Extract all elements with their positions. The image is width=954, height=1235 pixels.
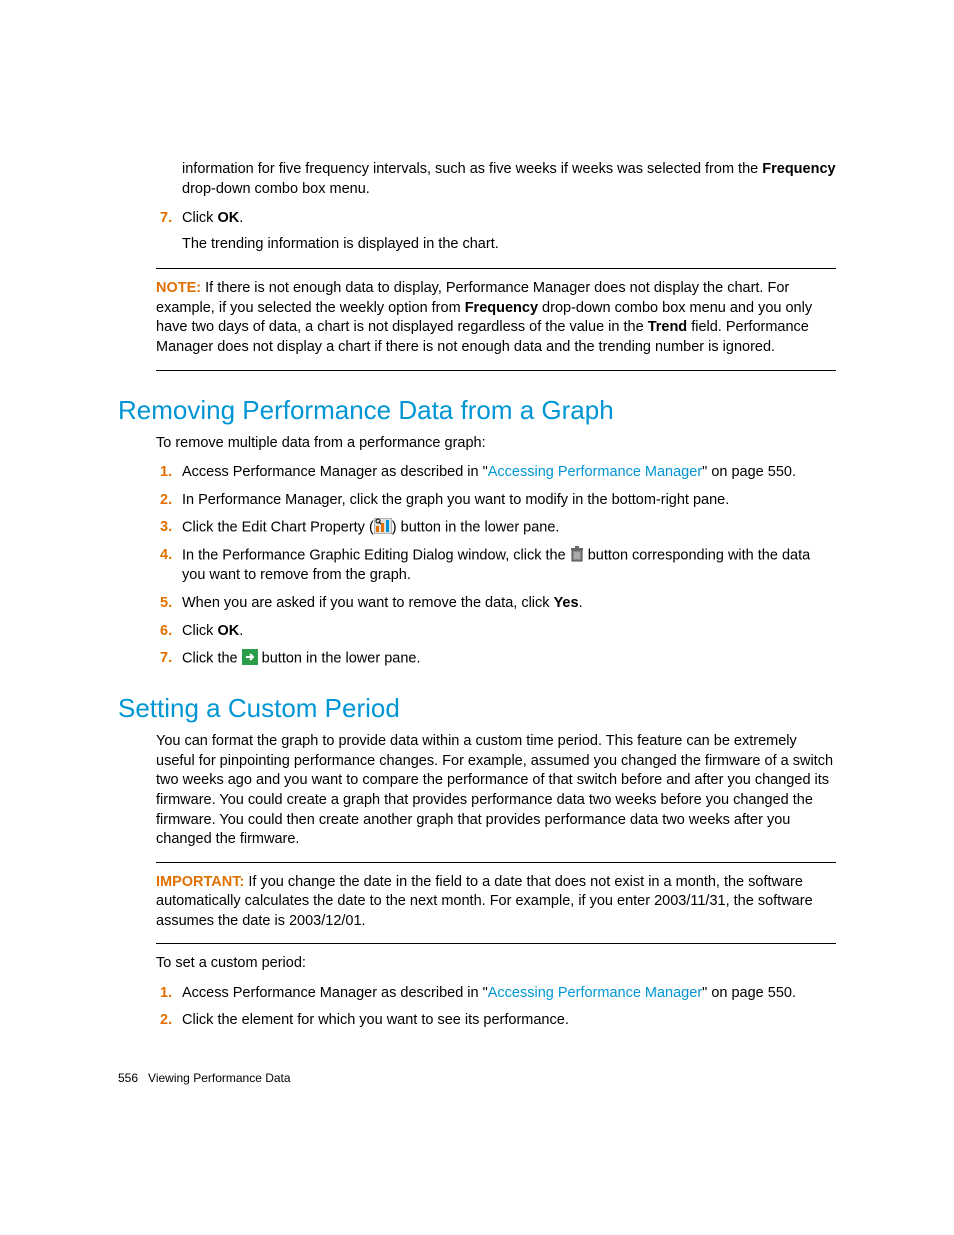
trash-icon xyxy=(570,546,584,566)
page-footer: 556 Viewing Performance Data xyxy=(118,1071,291,1085)
removing-step-1: 1. Access Performance Manager as describ… xyxy=(118,463,836,483)
step-number: 2. xyxy=(160,491,172,511)
trend-bold: Trend xyxy=(648,319,687,335)
edit-chart-icon xyxy=(374,518,392,538)
text-fragment: " on page 550. xyxy=(702,985,796,1001)
divider xyxy=(156,268,836,269)
text-fragment: Click the element for which you want to … xyxy=(182,1012,569,1028)
chapter-title: Viewing Performance Data xyxy=(148,1071,291,1085)
step-number: 7. xyxy=(160,209,172,229)
divider xyxy=(156,862,836,863)
custom-period-lead: To set a custom period: xyxy=(156,954,836,974)
text-fragment: button in the lower pane. xyxy=(258,651,421,667)
note-block: NOTE: If there is not enough data to dis… xyxy=(156,279,836,357)
step-number: 7. xyxy=(160,649,172,669)
text-fragment: In Performance Manager, click the graph … xyxy=(182,492,729,508)
text-fragment: . xyxy=(579,595,583,611)
ok-bold: OK xyxy=(217,210,239,226)
text-fragment: information for five frequency intervals… xyxy=(182,161,762,177)
removing-intro: To remove multiple data from a performan… xyxy=(156,434,836,454)
text-fragment: . xyxy=(239,210,243,226)
note-label: NOTE: xyxy=(156,280,201,296)
continuation-text: information for five frequency intervals… xyxy=(182,160,836,199)
custom-period-intro: You can format the graph to provide data… xyxy=(156,732,836,849)
step-number: 1. xyxy=(160,984,172,1004)
text-fragment: When you are asked if you want to remove… xyxy=(182,595,554,611)
page-number: 556 xyxy=(118,1071,138,1085)
text-fragment: . xyxy=(239,623,243,639)
step-subtext: The trending information is displayed in… xyxy=(182,235,836,255)
text-fragment: Access Performance Manager as described … xyxy=(182,464,488,480)
text-fragment: In the Performance Graphic Editing Dialo… xyxy=(182,548,570,564)
heading-removing: Removing Performance Data from a Graph xyxy=(118,395,836,426)
removing-step-7: 7. Click the button in the lower pane. xyxy=(118,649,836,669)
text-fragment: drop-down combo box menu. xyxy=(182,181,370,197)
step-number: 2. xyxy=(160,1011,172,1031)
text-fragment: Click the Edit Chart Property ( xyxy=(182,520,374,536)
text-fragment: ) button in the lower pane. xyxy=(392,520,560,536)
divider xyxy=(156,370,836,371)
step-number: 4. xyxy=(160,546,172,566)
removing-step-5: 5. When you are asked if you want to rem… xyxy=(118,594,836,614)
step-number: 6. xyxy=(160,622,172,642)
step-number: 3. xyxy=(160,518,172,538)
step-number: 5. xyxy=(160,594,172,614)
text-fragment: " on page 550. xyxy=(702,464,796,480)
ok-bold: OK xyxy=(217,623,239,639)
important-block: IMPORTANT: If you change the date in the… xyxy=(156,873,836,932)
heading-custom-period: Setting a Custom Period xyxy=(118,693,836,724)
divider xyxy=(156,943,836,944)
text-fragment: Click the xyxy=(182,651,242,667)
text-fragment: Click xyxy=(182,210,217,226)
removing-step-3: 3. Click the Edit Chart Property ( ) butt… xyxy=(118,518,836,538)
removing-step-6: 6. Click OK. xyxy=(118,622,836,642)
important-label: IMPORTANT: xyxy=(156,874,244,890)
link-accessing-pm[interactable]: Accessing Performance Manager xyxy=(488,464,702,480)
text-fragment: Click xyxy=(182,623,217,639)
step-7: 7. Click OK. The trending information is… xyxy=(118,209,836,254)
text-fragment: If you change the date in the field to a… xyxy=(156,874,813,929)
step-number: 1. xyxy=(160,463,172,483)
removing-step-2: 2. In Performance Manager, click the gra… xyxy=(118,491,836,511)
frequency-bold: Frequency xyxy=(465,300,538,316)
frequency-bold: Frequency xyxy=(762,161,835,177)
link-accessing-pm[interactable]: Accessing Performance Manager xyxy=(488,985,702,1001)
arrow-right-icon xyxy=(242,649,258,669)
custom-step-1: 1. Access Performance Manager as describ… xyxy=(118,984,836,1004)
text-fragment: Access Performance Manager as described … xyxy=(182,985,488,1001)
yes-bold: Yes xyxy=(554,595,579,611)
custom-step-2: 2. Click the element for which you want … xyxy=(118,1011,836,1031)
removing-step-4: 4. In the Performance Graphic Editing Di… xyxy=(118,546,836,586)
